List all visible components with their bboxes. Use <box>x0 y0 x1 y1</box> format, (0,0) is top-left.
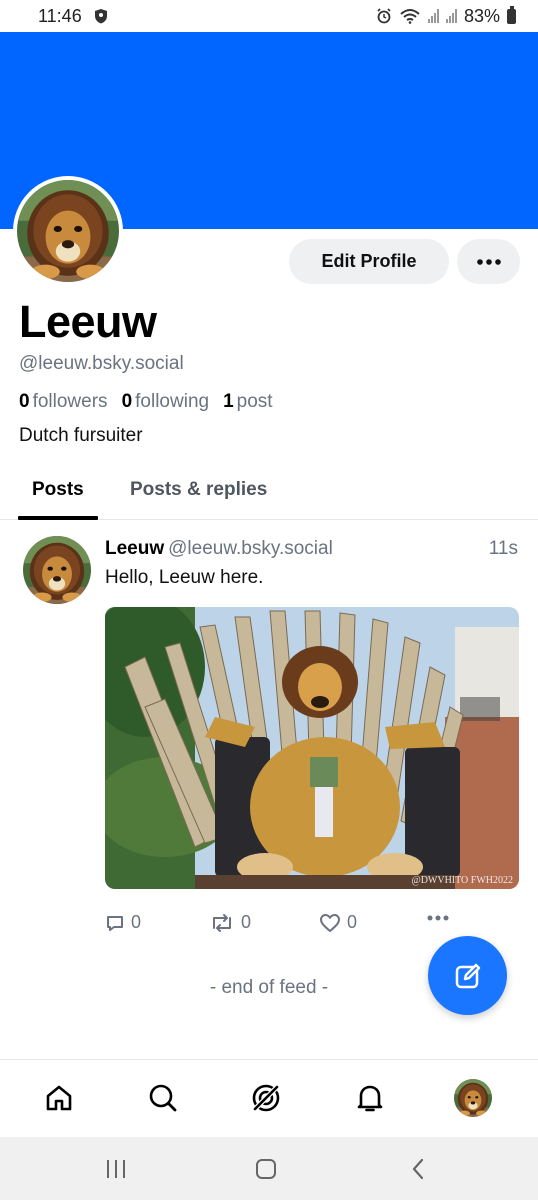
tab-posts-and-replies[interactable]: Posts & replies <box>130 479 267 501</box>
tab-posts[interactable]: Posts <box>32 479 84 501</box>
reply-button[interactable]: 0 <box>105 912 141 933</box>
compose-icon <box>455 963 480 988</box>
wifi-icon <box>400 9 420 24</box>
following-count: 0 <box>121 391 133 412</box>
profile-tabs: Posts Posts & replies <box>0 462 538 520</box>
active-tab-indicator <box>18 516 98 520</box>
home-button-icon <box>256 1159 276 1179</box>
post-image[interactable]: @DWVHITO FWH2022 <box>105 607 519 889</box>
signal-icon <box>427 9 439 23</box>
system-back-button[interactable] <box>398 1153 438 1185</box>
nav-search[interactable] <box>137 1072 189 1124</box>
profile-handle: @leeuw.bsky.social <box>19 353 184 374</box>
recents-button[interactable] <box>96 1153 136 1185</box>
ellipsis-icon <box>476 258 501 265</box>
posts-count: 1 <box>223 391 234 412</box>
followers-link[interactable]: 0 followers <box>19 391 108 413</box>
profile-stats: 0 followers 0 following 1 post <box>19 391 273 413</box>
repost-count: 0 <box>241 912 252 932</box>
followers-count: 0 <box>19 391 30 412</box>
nav-profile[interactable] <box>447 1072 499 1124</box>
reply-icon <box>107 915 123 931</box>
followers-label: followers <box>32 391 108 412</box>
back-icon <box>412 1158 424 1180</box>
post-actions: 0 0 0 <box>105 912 519 938</box>
more-options-button[interactable] <box>457 239 520 284</box>
posts-label: post <box>236 391 273 412</box>
nav-notifications[interactable] <box>344 1072 396 1124</box>
signal-icon <box>445 9 457 23</box>
repost-icon <box>213 913 231 932</box>
shield-icon <box>94 9 107 24</box>
search-icon <box>149 1084 177 1112</box>
reply-count: 0 <box>131 912 142 932</box>
compose-post-button[interactable] <box>428 936 507 1015</box>
recents-icon <box>107 1160 125 1178</box>
profile-display-name: Leeuw <box>19 296 157 347</box>
post-author-name: Leeuw <box>105 538 165 559</box>
system-home-button[interactable] <box>246 1153 286 1185</box>
post-author-line[interactable]: Leeuw @leeuw.bsky.social <box>105 538 333 560</box>
posts-stat: 1 post <box>223 391 273 413</box>
battery-icon <box>507 5 516 24</box>
following-link[interactable]: 0 following <box>122 391 210 413</box>
following-label: following <box>135 391 210 412</box>
profile-avatar[interactable] <box>13 176 123 286</box>
image-watermark: @DWVHITO FWH2022 <box>411 875 513 886</box>
profile-avatar <box>454 1079 492 1117</box>
repost-button[interactable]: 0 <box>209 912 251 933</box>
bottom-navigation <box>0 1059 538 1137</box>
post-author-handle: @leeuw.bsky.social <box>168 538 333 559</box>
edit-profile-button[interactable]: Edit Profile <box>289 239 449 284</box>
home-icon <box>46 1085 72 1111</box>
profile-bio: Dutch fursuiter <box>19 425 143 446</box>
nav-home[interactable] <box>33 1072 85 1124</box>
system-navigation-bar <box>0 1137 538 1200</box>
like-button[interactable]: 0 <box>319 912 357 933</box>
status-time: 11:46 <box>38 5 82 26</box>
status-bar: 11:46 83% <box>0 0 538 32</box>
alarm-icon <box>377 8 391 24</box>
post-timestamp: 11s <box>488 538 518 559</box>
ellipsis-icon <box>427 915 449 921</box>
post-text: Hello, Leeuw here. <box>105 567 264 588</box>
nav-feeds[interactable] <box>240 1072 292 1124</box>
heart-icon <box>320 913 340 932</box>
feeds-icon <box>252 1084 280 1112</box>
like-count: 0 <box>347 912 358 932</box>
post-more-button[interactable] <box>427 915 449 921</box>
battery-text: 83% <box>463 5 500 26</box>
notifications-icon <box>357 1085 383 1112</box>
post-author-avatar[interactable] <box>23 536 91 604</box>
